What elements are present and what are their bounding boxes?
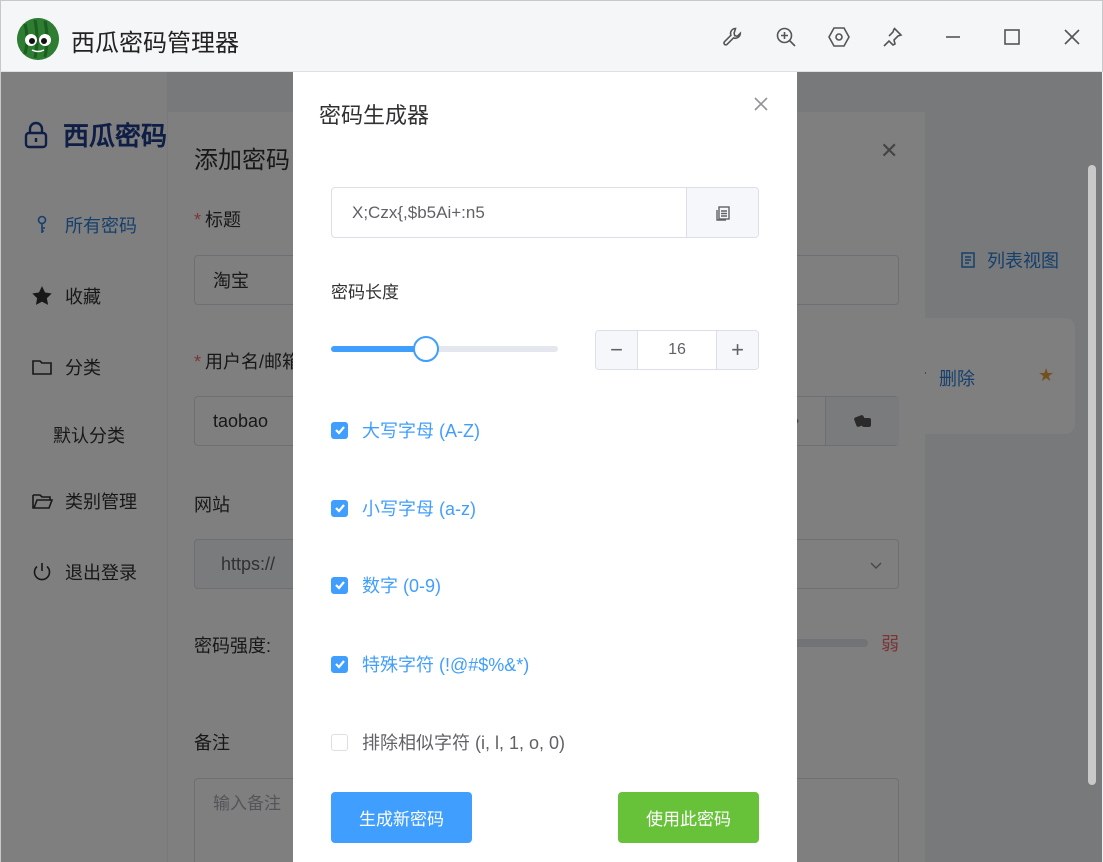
zoom-in-icon[interactable] xyxy=(772,23,800,51)
checkbox[interactable] xyxy=(331,655,348,673)
title-bar: 西瓜密码管理器 xyxy=(0,0,1103,72)
length-stepper[interactable]: − 16 + xyxy=(595,330,759,370)
option-label: 特殊字符 (!@#$%&*) xyxy=(362,655,530,675)
option-label: 排除相似字符 (i, l, 1, o, 0) xyxy=(362,733,566,753)
slider-handle[interactable] xyxy=(413,336,439,362)
checkbox[interactable] xyxy=(331,733,348,751)
option-label: 小写字母 (a-z) xyxy=(362,499,476,519)
option-special[interactable]: 特殊字符 (!@#$%&*) xyxy=(331,651,529,677)
option-numbers[interactable]: 数字 (0-9) xyxy=(331,572,441,598)
generated-password-field[interactable]: X;Czx{,$b5Ai+:n5 xyxy=(331,187,759,238)
slider-fill xyxy=(331,346,426,352)
checkbox[interactable] xyxy=(331,421,348,439)
option-label: 大写字母 (A-Z) xyxy=(362,421,480,441)
copy-icon xyxy=(715,205,730,221)
pin-icon[interactable] xyxy=(878,23,906,51)
wrench-icon[interactable] xyxy=(719,23,747,51)
generator-title: 密码生成器 xyxy=(319,103,430,128)
password-generator-dialog: 密码生成器 X;Czx{,$b5Ai+:n5 密码长度 − 16 + 大写字母 … xyxy=(293,72,797,862)
scrollbar[interactable] xyxy=(1088,165,1096,785)
option-lowercase[interactable]: 小写字母 (a-z) xyxy=(331,495,476,521)
close-icon[interactable] xyxy=(1058,23,1086,51)
length-value[interactable]: 16 xyxy=(638,331,716,369)
maximize-icon[interactable] xyxy=(998,23,1026,51)
copy-button[interactable] xyxy=(686,188,758,237)
settings-hex-icon[interactable] xyxy=(825,23,853,51)
generate-button[interactable]: 生成新密码 xyxy=(331,792,472,843)
option-uppercase[interactable]: 大写字母 (A-Z) xyxy=(331,417,480,443)
checkbox[interactable] xyxy=(331,576,348,594)
length-slider[interactable] xyxy=(331,336,558,362)
use-password-button[interactable]: 使用此密码 xyxy=(618,792,759,843)
watermelon-logo-icon xyxy=(17,18,59,60)
app-title: 西瓜密码管理器 xyxy=(71,30,239,57)
increase-button[interactable]: + xyxy=(716,331,758,369)
generated-password[interactable]: X;Czx{,$b5Ai+:n5 xyxy=(332,188,686,237)
generator-close-icon[interactable] xyxy=(751,94,771,114)
option-exclude-similar[interactable]: 排除相似字符 (i, l, 1, o, 0) xyxy=(331,729,565,755)
option-label: 数字 (0-9) xyxy=(362,576,442,596)
minimize-icon[interactable] xyxy=(939,23,967,51)
checkbox[interactable] xyxy=(331,499,348,517)
decrease-button[interactable]: − xyxy=(596,331,638,369)
length-label: 密码长度 xyxy=(331,283,399,302)
